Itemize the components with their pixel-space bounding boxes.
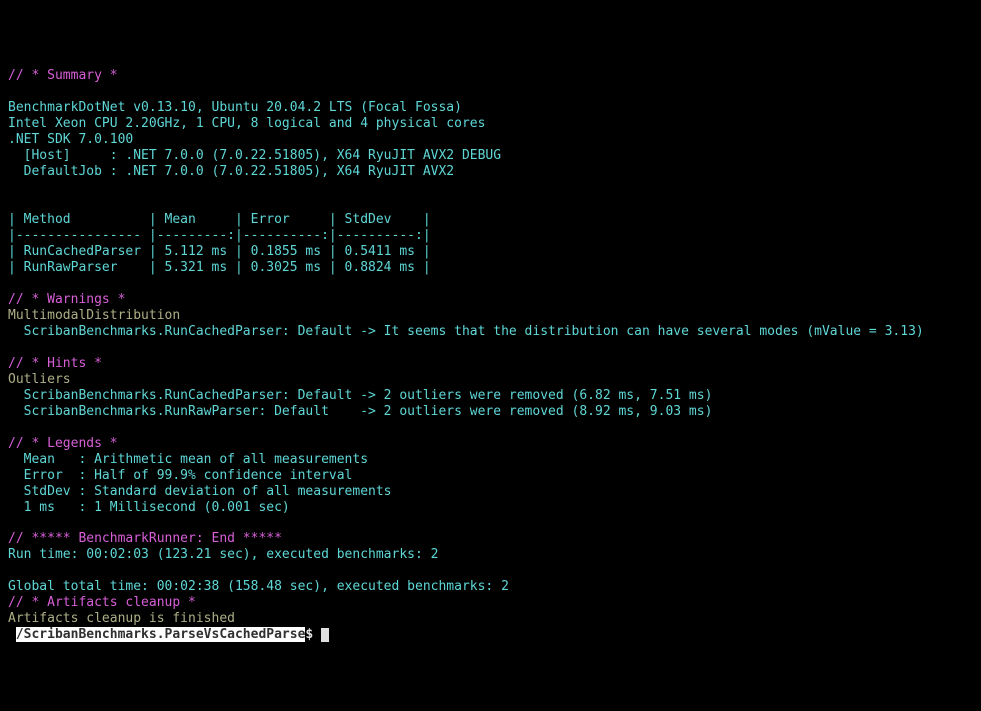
summary-line: [Host] : .NET 7.0.0 (7.0.22.51805), X64 … (8, 148, 501, 163)
legend-line: Mean : Arithmetic mean of all measuremen… (8, 452, 368, 467)
legends-heading: // * Legends * (8, 436, 118, 451)
cursor-icon (321, 628, 329, 642)
artifacts-finished: Artifacts cleanup is finished (8, 611, 235, 626)
table-row: | RunCachedParser | 5.112 ms | 0.1855 ms… (8, 244, 431, 259)
runner-end-heading: // ***** BenchmarkRunner: End ***** (8, 531, 282, 546)
warning-type: MultimodalDistribution (8, 308, 180, 323)
artifacts-heading: // * Artifacts cleanup * (8, 595, 196, 610)
hints-line: ScribanBenchmarks.RunCachedParser: Defau… (8, 388, 712, 403)
legend-line: Error : Half of 99.9% confidence interva… (8, 468, 352, 483)
prompt-line[interactable]: /ScribanBenchmarks.ParseVsCachedParse$ (8, 627, 329, 642)
legend-line: 1 ms : 1 Millisecond (0.001 sec) (8, 500, 290, 515)
summary-line: BenchmarkDotNet v0.13.10, Ubuntu 20.04.2… (8, 100, 462, 115)
table-separator: |---------------- |---------:|----------… (8, 228, 431, 243)
legend-line: StdDev : Standard deviation of all measu… (8, 484, 392, 499)
prompt-dollar: $ (305, 627, 313, 642)
warning-detail: ScribanBenchmarks.RunCachedParser: Defau… (8, 324, 924, 339)
table-header: | Method | Mean | Error | StdDev | (8, 212, 431, 227)
table-row: | RunRawParser | 5.321 ms | 0.3025 ms | … (8, 260, 431, 275)
global-time: Global total time: 00:02:38 (158.48 sec)… (8, 579, 509, 594)
hints-type: Outliers (8, 372, 71, 387)
prompt-path: /ScribanBenchmarks.ParseVsCachedParse (16, 627, 306, 642)
summary-line: .NET SDK 7.0.100 (8, 132, 133, 147)
summary-line: Intel Xeon CPU 2.20GHz, 1 CPU, 8 logical… (8, 116, 485, 131)
summary-line: DefaultJob : .NET 7.0.0 (7.0.22.51805), … (8, 164, 454, 179)
warnings-heading: // * Warnings * (8, 292, 125, 307)
hints-line: ScribanBenchmarks.RunRawParser: Default … (8, 404, 712, 419)
run-time: Run time: 00:02:03 (123.21 sec), execute… (8, 547, 438, 562)
hints-heading: // * Hints * (8, 356, 102, 371)
summary-heading: // * Summary * (8, 68, 118, 83)
